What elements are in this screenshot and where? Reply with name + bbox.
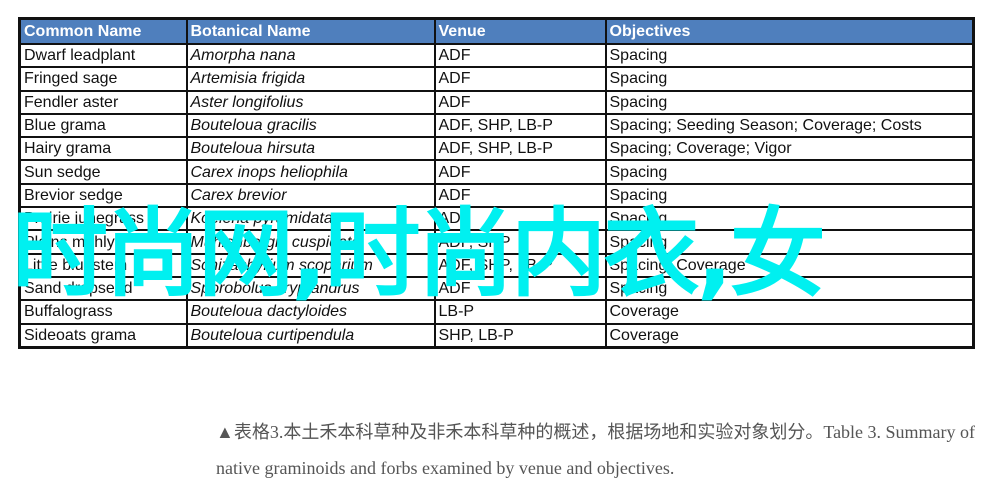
cell-botanical-name: Sporobolus cryptandrus xyxy=(185,275,436,302)
cell-objectives: Spacing; Seeding Season; Coverage; Costs xyxy=(604,112,975,139)
cell-venue: ADF xyxy=(433,89,607,115)
cell-objectives: Spacing xyxy=(604,275,975,302)
species-table-container: Common Name Botanical Name Venue Objecti… xyxy=(18,17,975,349)
cell-venue: ADF, SHP xyxy=(433,229,607,255)
cell-botanical-name: Amorpha nana xyxy=(185,42,436,69)
table-row: Buffalograss Bouteloua dactyloides LB-P Cov… xyxy=(18,299,975,325)
cell-common-name: Sun sedge xyxy=(18,159,188,185)
species-table: Common Name Botanical Name Venue Objecti… xyxy=(18,17,975,349)
cell-objectives: Spacing xyxy=(604,206,975,232)
cell-botanical-name: Koeleria pyramidata xyxy=(185,206,436,232)
cell-venue: ADF xyxy=(433,159,607,185)
cell-common-name: Brevior sedge xyxy=(18,182,188,209)
cell-common-name: Plains muhly xyxy=(18,229,188,255)
cell-botanical-name: Schizachyrium scoparium xyxy=(185,252,436,278)
table-header-row: Common Name Botanical Name Venue Objecti… xyxy=(18,17,975,45)
column-header-botanical-name: Botanical Name xyxy=(185,17,436,45)
cell-botanical-name: Bouteloua gracilis xyxy=(185,112,436,139)
cell-common-name: Buffalograss xyxy=(18,299,188,325)
table-row: Fendler aster Aster longifolius ADF Spacing xyxy=(18,89,975,115)
column-header-objectives: Objectives xyxy=(604,17,975,45)
table-row: Plains muhly Muhlenbergia cuspidata ADF, S… xyxy=(18,229,975,255)
caption-text: 表格3.本土禾本科草种及非禾本科草种的概述，根据场地和实验对象划分。Table … xyxy=(216,422,976,478)
cell-objectives: Spacing xyxy=(604,159,975,185)
cell-botanical-name: Muhlenbergia cuspidata xyxy=(185,229,436,255)
cell-objectives: Coverage xyxy=(604,299,975,325)
cell-objectives: Spacing xyxy=(604,89,975,115)
table-row: Dwarf leadplant Amorpha nana ADF Spacing xyxy=(18,42,975,69)
table-row: Brevior sedge Carex brevior ADF Spacing xyxy=(18,182,975,209)
cell-common-name: Blue grama xyxy=(18,112,188,139)
table-header: Common Name Botanical Name Venue Objecti… xyxy=(18,17,975,45)
cell-objectives: Spacing xyxy=(604,229,975,255)
table-row: Prairie junegrass Koeleria pyramidata ADF S… xyxy=(18,206,975,232)
cell-objectives: Spacing xyxy=(604,182,975,209)
cell-venue: ADF xyxy=(433,66,607,92)
cell-objectives: Spacing xyxy=(604,66,975,92)
triangle-up-icon: ▲ xyxy=(216,422,234,442)
cell-venue: ADF, SHP, LB-P xyxy=(433,112,607,139)
cell-botanical-name: Bouteloua hirsuta xyxy=(185,136,436,162)
cell-botanical-name: Carex inops heliophila xyxy=(185,159,436,185)
cell-venue: LB-P xyxy=(433,299,607,325)
cell-common-name: Prairie junegrass xyxy=(18,206,188,232)
cell-common-name: Fringed sage xyxy=(18,66,188,92)
cell-botanical-name: Bouteloua curtipendula xyxy=(185,322,436,349)
cell-venue: ADF, SHP, LB-P xyxy=(433,252,607,278)
column-header-venue: Venue xyxy=(433,17,607,45)
cell-objectives: Spacing; Coverage; Vigor xyxy=(604,136,975,162)
table-row: Blue grama Bouteloua gracilis ADF, SHP, LB… xyxy=(18,112,975,139)
cell-objectives: Coverage xyxy=(604,322,975,349)
cell-botanical-name: Artemisia frigida xyxy=(185,66,436,92)
table-row: Sideoats grama Bouteloua curtipendula SHP,… xyxy=(18,322,975,349)
cell-venue: ADF xyxy=(433,182,607,209)
table-row: Sand dropseed Sporobolus cryptandrus ADF Sp… xyxy=(18,275,975,302)
table-row: Little bluestem Schizachyrium scoparium AD… xyxy=(18,252,975,278)
cell-common-name: Hairy grama xyxy=(18,136,188,162)
table-row: Sun sedge Carex inops heliophila ADF Spacin… xyxy=(18,159,975,185)
cell-common-name: Little bluestem xyxy=(18,252,188,278)
cell-objectives: Spacing; Coverage xyxy=(604,252,975,278)
cell-common-name: Sideoats grama xyxy=(18,322,188,349)
table-caption: ▲表格3.本土禾本科草种及非禾本科草种的概述，根据场地和实验对象划分。Table… xyxy=(216,414,986,486)
table-body: Dwarf leadplant Amorpha nana ADF Spacing Fri… xyxy=(18,42,975,349)
cell-common-name: Dwarf leadplant xyxy=(18,42,188,69)
cell-venue: ADF xyxy=(433,42,607,69)
cell-botanical-name: Carex brevior xyxy=(185,182,436,209)
cell-botanical-name: Aster longifolius xyxy=(185,89,436,115)
cell-botanical-name: Bouteloua dactyloides xyxy=(185,299,436,325)
cell-objectives: Spacing xyxy=(604,42,975,69)
cell-venue: SHP, LB-P xyxy=(433,322,607,349)
cell-common-name: Sand dropseed xyxy=(18,275,188,302)
table-row: Fringed sage Artemisia frigida ADF Spacing xyxy=(18,66,975,92)
cell-venue: ADF, SHP, LB-P xyxy=(433,136,607,162)
cell-common-name: Fendler aster xyxy=(18,89,188,115)
table-row: Hairy grama Bouteloua hirsuta ADF, SHP, LB… xyxy=(18,136,975,162)
column-header-common-name: Common Name xyxy=(18,17,188,45)
cell-venue: ADF xyxy=(433,206,607,232)
cell-venue: ADF xyxy=(433,275,607,302)
